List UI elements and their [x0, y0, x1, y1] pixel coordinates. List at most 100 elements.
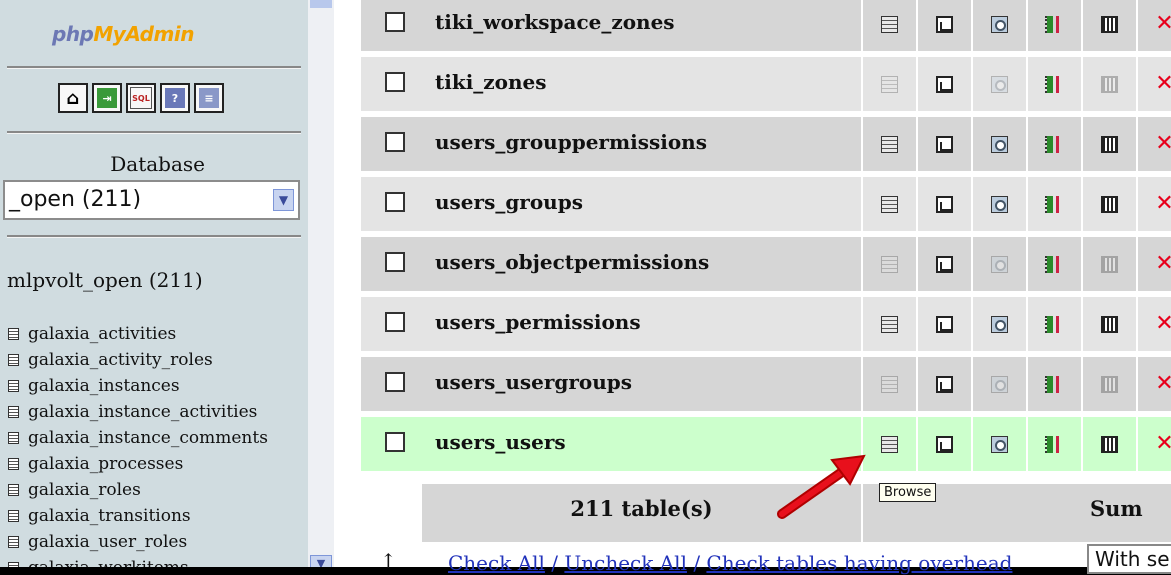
documentation-button[interactable]: ≡ — [194, 83, 224, 113]
browse-button[interactable] — [861, 357, 916, 411]
table-row[interactable]: users_usergroups ✕ — [361, 357, 1171, 413]
table-icon[interactable] — [8, 432, 19, 444]
scroll-down-icon[interactable]: ▼ — [310, 555, 332, 567]
chevron-down-icon[interactable]: ▼ — [273, 189, 294, 211]
table-icon[interactable] — [8, 354, 19, 366]
table-list-item[interactable]: galaxia_workitems — [8, 555, 268, 567]
sidebar-scrollbar[interactable]: ▼ — [308, 0, 334, 567]
table-row[interactable]: users_permissions ✕ — [361, 297, 1171, 353]
empty-button[interactable] — [1081, 357, 1136, 411]
structure-button[interactable] — [916, 417, 971, 471]
search-button[interactable] — [971, 297, 1026, 351]
browse-button[interactable] — [861, 0, 916, 51]
insert-button[interactable] — [1026, 117, 1081, 171]
table-list-item[interactable]: galaxia_processes — [8, 451, 268, 477]
table-row[interactable]: tiki_zones ✕ — [361, 57, 1171, 113]
table-list-item[interactable]: galaxia_roles — [8, 477, 268, 503]
search-button[interactable] — [971, 357, 1026, 411]
table-row[interactable]: users_grouppermissions ✕ — [361, 117, 1171, 173]
row-checkbox[interactable] — [385, 372, 405, 392]
search-button[interactable] — [971, 57, 1026, 111]
insert-button[interactable] — [1026, 57, 1081, 111]
search-button[interactable] — [971, 237, 1026, 291]
drop-button[interactable]: ✕ — [1136, 0, 1171, 51]
table-icon[interactable] — [8, 484, 19, 496]
table-list-item[interactable]: galaxia_user_roles — [8, 529, 268, 555]
table-list-item[interactable]: galaxia_instances — [8, 373, 268, 399]
empty-button[interactable] — [1081, 117, 1136, 171]
drop-button[interactable]: ✕ — [1136, 297, 1171, 351]
table-list-item[interactable]: galaxia_activity_roles — [8, 347, 268, 373]
phpmyadmin-logo[interactable]: phpMyAdmin — [52, 22, 194, 46]
table-row[interactable]: tiki_workspace_zones ✕ — [361, 0, 1171, 53]
table-list-item[interactable]: galaxia_transitions — [8, 503, 268, 529]
drop-button[interactable]: ✕ — [1136, 177, 1171, 231]
structure-button[interactable] — [916, 357, 971, 411]
structure-button[interactable] — [916, 0, 971, 51]
structure-button[interactable] — [916, 237, 971, 291]
table-name[interactable]: users_grouppermissions — [435, 130, 707, 154]
table-name[interactable]: tiki_zones — [435, 70, 547, 94]
table-name[interactable]: users_objectpermissions — [435, 250, 709, 274]
check-all-link[interactable]: Check All — [448, 551, 545, 575]
row-checkbox[interactable] — [385, 12, 405, 32]
empty-button[interactable] — [1081, 57, 1136, 111]
table-icon[interactable] — [8, 562, 19, 567]
table-row[interactable]: users_groups ✕ — [361, 177, 1171, 233]
logout-button[interactable]: ⇥ — [92, 83, 122, 113]
table-icon[interactable] — [8, 510, 19, 522]
search-button[interactable] — [971, 117, 1026, 171]
table-name[interactable]: tiki_workspace_zones — [435, 10, 675, 34]
empty-button[interactable] — [1081, 237, 1136, 291]
insert-button[interactable] — [1026, 297, 1081, 351]
row-checkbox[interactable] — [385, 432, 405, 452]
table-list-item[interactable]: galaxia_instance_activities — [8, 399, 268, 425]
table-name[interactable]: users_usergroups — [435, 370, 632, 394]
structure-button[interactable] — [916, 57, 971, 111]
row-checkbox[interactable] — [385, 312, 405, 332]
empty-button[interactable] — [1081, 417, 1136, 471]
structure-button[interactable] — [916, 297, 971, 351]
drop-button[interactable]: ✕ — [1136, 237, 1171, 291]
table-row[interactable]: users_objectpermissions ✕ — [361, 237, 1171, 293]
browse-button[interactable] — [861, 117, 916, 171]
home-button[interactable]: ⌂ — [58, 83, 88, 113]
table-icon[interactable] — [8, 458, 19, 470]
drop-button[interactable]: ✕ — [1136, 357, 1171, 411]
table-icon[interactable] — [8, 380, 19, 392]
database-select[interactable]: _open (211) ▼ — [3, 180, 300, 220]
row-checkbox[interactable] — [385, 252, 405, 272]
uncheck-all-link[interactable]: Uncheck All — [564, 551, 687, 575]
search-button[interactable] — [971, 177, 1026, 231]
table-name[interactable]: users_users — [435, 430, 566, 454]
insert-button[interactable] — [1026, 357, 1081, 411]
with-selected-select[interactable]: With se — [1087, 544, 1171, 574]
browse-button[interactable] — [861, 297, 916, 351]
help-button[interactable]: ? — [160, 83, 190, 113]
empty-button[interactable] — [1081, 297, 1136, 351]
insert-button[interactable] — [1026, 177, 1081, 231]
empty-button[interactable] — [1081, 177, 1136, 231]
insert-button[interactable] — [1026, 417, 1081, 471]
empty-button[interactable] — [1081, 0, 1136, 51]
structure-button[interactable] — [916, 177, 971, 231]
table-name[interactable]: users_permissions — [435, 310, 641, 334]
table-list-item[interactable]: galaxia_activities — [8, 321, 268, 347]
browse-button[interactable] — [861, 177, 916, 231]
table-icon[interactable] — [8, 328, 19, 340]
search-button[interactable] — [971, 417, 1026, 471]
row-checkbox[interactable] — [385, 192, 405, 212]
table-list-item[interactable]: galaxia_instance_comments — [8, 425, 268, 451]
table-icon[interactable] — [8, 406, 19, 418]
insert-button[interactable] — [1026, 237, 1081, 291]
current-database-name[interactable]: mlpvolt_open (211) — [7, 268, 203, 292]
drop-button[interactable]: ✕ — [1136, 117, 1171, 171]
drop-button[interactable]: ✕ — [1136, 57, 1171, 111]
browse-button[interactable] — [861, 57, 916, 111]
sql-query-button[interactable]: SQL — [126, 83, 156, 113]
table-name[interactable]: users_groups — [435, 190, 583, 214]
row-checkbox[interactable] — [385, 132, 405, 152]
browse-button[interactable] — [861, 237, 916, 291]
check-overhead-link[interactable]: Check tables having overhead — [706, 551, 1012, 575]
structure-button[interactable] — [916, 117, 971, 171]
